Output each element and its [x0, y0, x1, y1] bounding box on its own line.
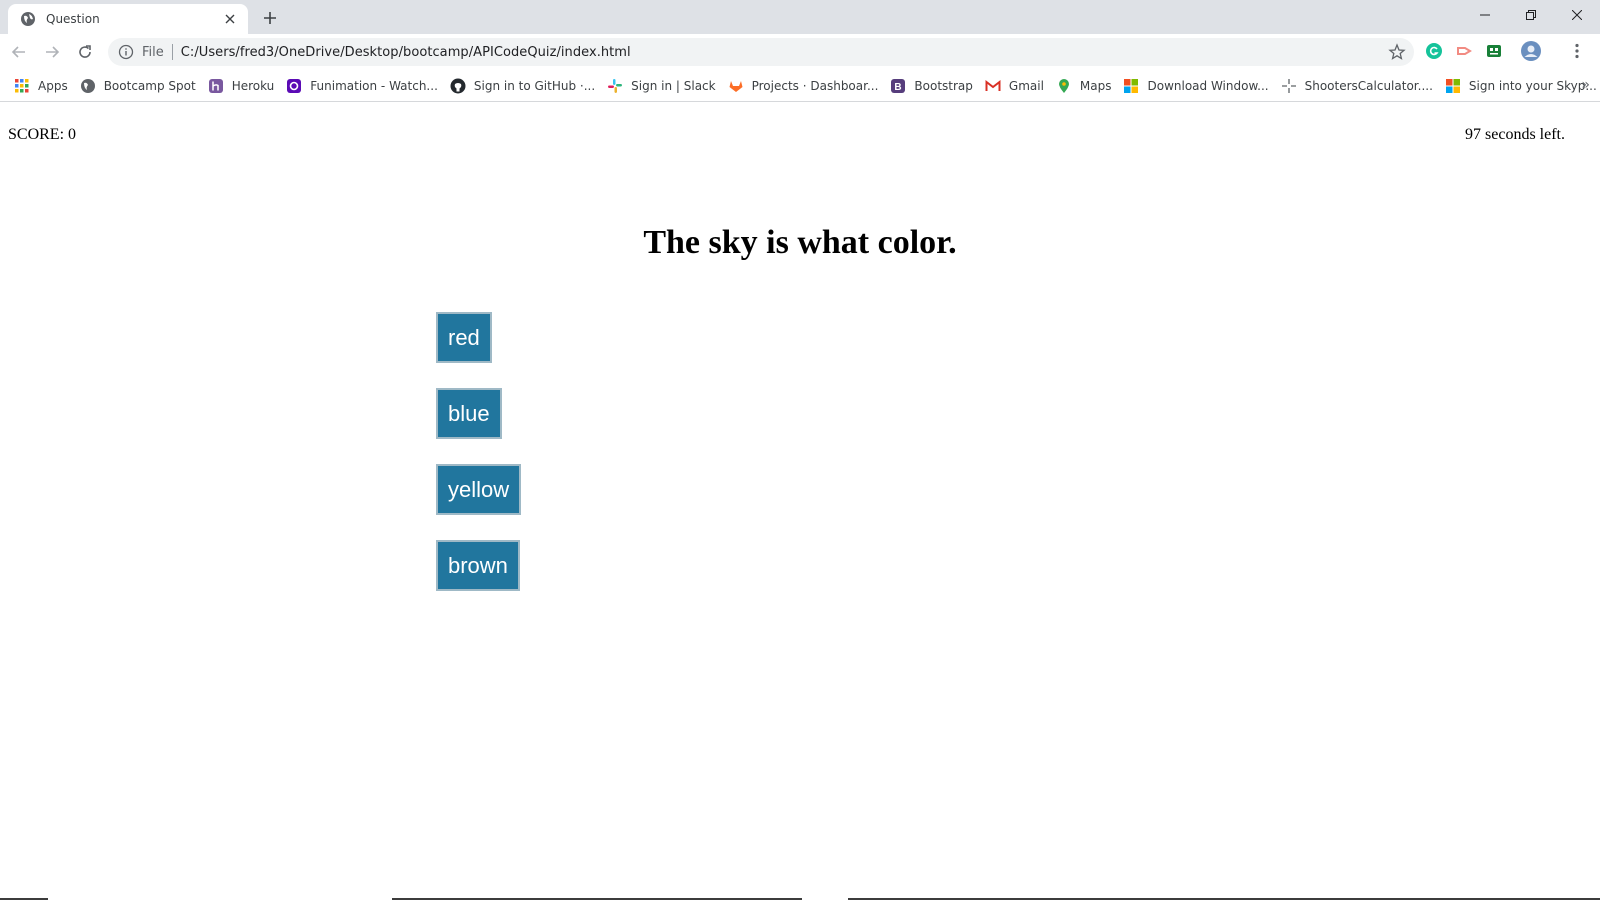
globe-icon: [80, 78, 96, 94]
score-display: SCORE: 0: [8, 126, 77, 143]
window-controls: [1462, 0, 1600, 30]
maps-pin-icon: [1056, 78, 1072, 94]
bookmark-item[interactable]: Heroku: [202, 72, 281, 100]
bookmark-label: Gmail: [1008, 78, 1044, 93]
bookmark-label: Sign into your Skyp...: [1468, 78, 1597, 93]
bookmark-item[interactable]: Gmail: [979, 72, 1050, 100]
omnibox-divider: [171, 44, 173, 60]
new-tab-button[interactable]: [260, 8, 280, 28]
answer-button-yellow[interactable]: yellow: [436, 464, 522, 515]
answer-button-blue[interactable]: blue: [436, 388, 502, 439]
question-heading: The sky is what color.: [643, 224, 957, 261]
profile-avatar[interactable]: [1520, 40, 1542, 62]
bookmark-label: Funimation - Watch...: [310, 78, 438, 93]
svg-text:B: B: [895, 82, 902, 93]
bookmark-item[interactable]: Apps: [8, 72, 74, 100]
more-bookmarks-icon[interactable]: »: [1581, 77, 1590, 93]
gmail-icon: [985, 78, 1001, 94]
bookmark-label: Heroku: [231, 78, 275, 93]
tab-title: Question: [46, 12, 100, 26]
screencast-extension-icon[interactable]: [1453, 40, 1475, 62]
bookmarks-bar: Apps Bootcamp Spot Heroku Funimation - Watc…: [0, 70, 1600, 102]
bookmark-item[interactable]: Projects · Dashboar...: [722, 72, 885, 100]
bookmark-label: Bootcamp Spot: [103, 78, 196, 93]
browser-tab[interactable]: Question: [8, 4, 248, 34]
bookmark-item[interactable]: ShootersCalculator....: [1275, 72, 1439, 100]
bookmark-label: Apps: [38, 78, 68, 93]
tab-strip: Question: [0, 0, 1600, 34]
browser-menu-icon[interactable]: [1566, 40, 1588, 62]
url-text[interactable]: C:/Users/fred3/OneDrive/Desktop/bootcamp…: [181, 45, 631, 60]
browser-toolbar: File C:/Users/fred3/OneDrive/Desktop/boo…: [0, 34, 1600, 70]
file-scheme-label: File: [142, 44, 164, 60]
bookmark-label: Sign in to GitHub ·...: [473, 78, 596, 93]
bookmark-item[interactable]: Funimation - Watch...: [280, 72, 444, 100]
bookmark-item[interactable]: Sign into your Skyp...: [1439, 72, 1600, 100]
heroku-icon: [208, 78, 224, 94]
answer-button-red[interactable]: red: [436, 312, 492, 363]
address-bar[interactable]: File C:/Users/fred3/OneDrive/Desktop/boo…: [108, 38, 1414, 66]
forward-arrow-icon[interactable]: [38, 38, 66, 66]
grammarly-extension-icon[interactable]: [1423, 40, 1445, 62]
bootstrap-icon: B: [890, 78, 906, 94]
crosshair-icon: [1281, 78, 1297, 94]
bookmark-label: ShootersCalculator....: [1304, 78, 1433, 93]
bookmark-star-icon[interactable]: [1388, 43, 1406, 61]
reload-icon[interactable]: [71, 38, 99, 66]
answer-button-brown[interactable]: brown: [436, 540, 520, 591]
apps-grid-icon: [14, 78, 30, 94]
minimize-icon[interactable]: [1462, 0, 1508, 30]
info-icon[interactable]: [118, 44, 134, 60]
bookmark-item[interactable]: Download Window...: [1117, 72, 1274, 100]
bookmark-item[interactable]: Bootcamp Spot: [74, 72, 202, 100]
toolbox-extension-icon[interactable]: [1483, 40, 1505, 62]
bookmark-label: Projects · Dashboar...: [751, 78, 879, 93]
answer-list: red blue yellow brown: [436, 312, 522, 616]
close-tab-icon[interactable]: [222, 11, 238, 27]
github-icon: [450, 78, 466, 94]
bookmark-label: Bootstrap: [914, 78, 973, 93]
bookmark-label: Download Window...: [1147, 78, 1269, 93]
timer-display: 97 seconds left.: [1465, 126, 1565, 143]
close-window-icon[interactable]: [1554, 0, 1600, 30]
bookmark-label: Maps: [1079, 78, 1112, 93]
bookmark-label: Sign in | Slack: [631, 78, 716, 93]
funimation-icon: [286, 78, 302, 94]
bookmark-item[interactable]: B Bootstrap: [884, 72, 978, 100]
quiz-page: SCORE: 0 97 seconds left. The sky is wha…: [0, 102, 1600, 900]
back-arrow-icon[interactable]: [5, 38, 33, 66]
slack-icon: [607, 78, 623, 94]
windows-logo-icon: [1123, 78, 1139, 94]
gitlab-icon: [728, 78, 744, 94]
restore-icon[interactable]: [1508, 0, 1554, 30]
bookmark-item[interactable]: Sign in to GitHub ·...: [444, 72, 601, 100]
windows-logo-icon: [1445, 78, 1461, 94]
bookmark-item[interactable]: Maps: [1050, 72, 1118, 100]
bookmark-item[interactable]: Sign in | Slack: [601, 72, 721, 100]
globe-icon: [20, 11, 36, 27]
